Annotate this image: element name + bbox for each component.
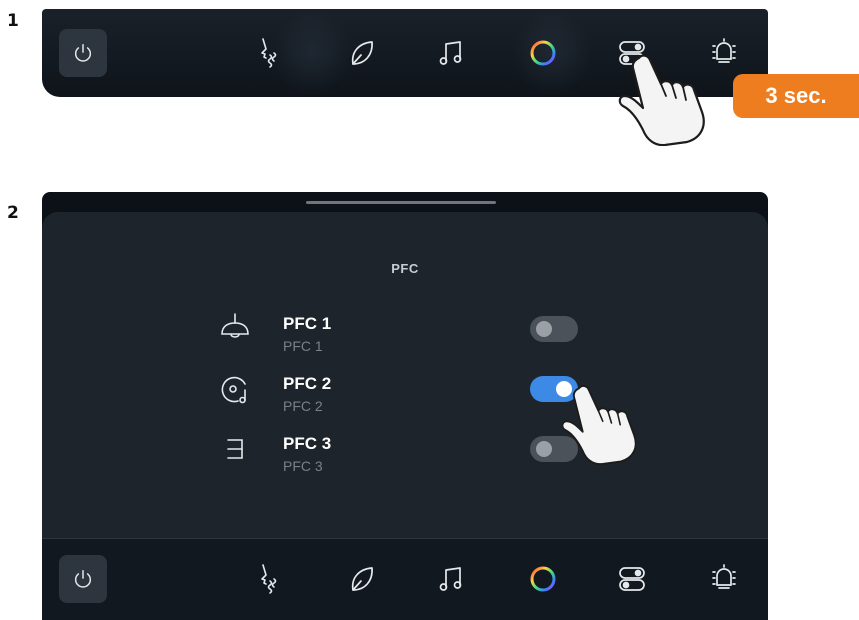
color-ring-icon [530,566,556,592]
pfc-item-title: PFC 2 [283,374,332,393]
music-button[interactable] [431,33,471,73]
face-ventilation-icon [261,38,277,68]
pfc-item-subtitle: PFC 2 [283,398,323,414]
color-button[interactable] [523,33,563,73]
ceiling-lamp-icon [221,313,249,338]
pointing-hand-icon [561,384,637,466]
pfc-1-toggle[interactable] [530,316,578,342]
disc-music-icon [221,376,246,404]
pfc-item-subtitle: PFC 1 [283,338,323,354]
leaf-button[interactable] [342,559,382,599]
panel-title: PFC [391,261,419,276]
toggles-icon [619,567,645,591]
toggles-button[interactable] [612,559,652,599]
pfc-panel: PFC PFC 1 PFC 1 PFC 2 PFC 2 PFC 3 PFC 3 [42,192,768,538]
step-2-number: 2 [7,203,19,223]
pfc-item-1: PFC 1 PFC 1 [42,312,768,368]
color-button[interactable] [523,559,563,599]
power-button[interactable] [59,555,107,603]
control-bar-bottom [42,538,768,620]
pfc-item-title: PFC 3 [283,434,332,453]
pfc-item-subtitle: PFC 3 [283,458,323,474]
pfc-item-3: PFC 3 PFC 3 [42,432,768,488]
face-ventilation-button[interactable] [248,559,288,599]
leaf-icon [351,41,373,65]
music-note-icon [439,567,462,591]
power-icon [74,570,92,588]
pfc-sheet: PFC PFC 1 PFC 1 PFC 2 PFC 2 PFC 3 PFC 3 [42,212,768,538]
sheet-drag-handle[interactable] [306,201,496,204]
power-icon [74,44,92,62]
music-note-icon [439,41,462,65]
face-ventilation-icon [261,564,277,594]
bracket-shelf-icon [227,439,243,459]
music-button[interactable] [431,559,471,599]
color-ring-icon [530,40,556,66]
step-1-number: 1 [7,11,19,31]
duration-badge: 3 sec. [733,74,859,118]
pfc-item-2: PFC 2 PFC 2 [42,372,768,428]
brightness-button[interactable] [704,559,744,599]
pointing-hand-icon [618,54,705,146]
brightness-icon [712,564,736,589]
leaf-button[interactable] [342,33,382,73]
pfc-item-title: PFC 1 [283,314,332,333]
face-ventilation-button[interactable] [248,33,288,73]
leaf-icon [351,567,373,591]
power-button[interactable] [59,29,107,77]
